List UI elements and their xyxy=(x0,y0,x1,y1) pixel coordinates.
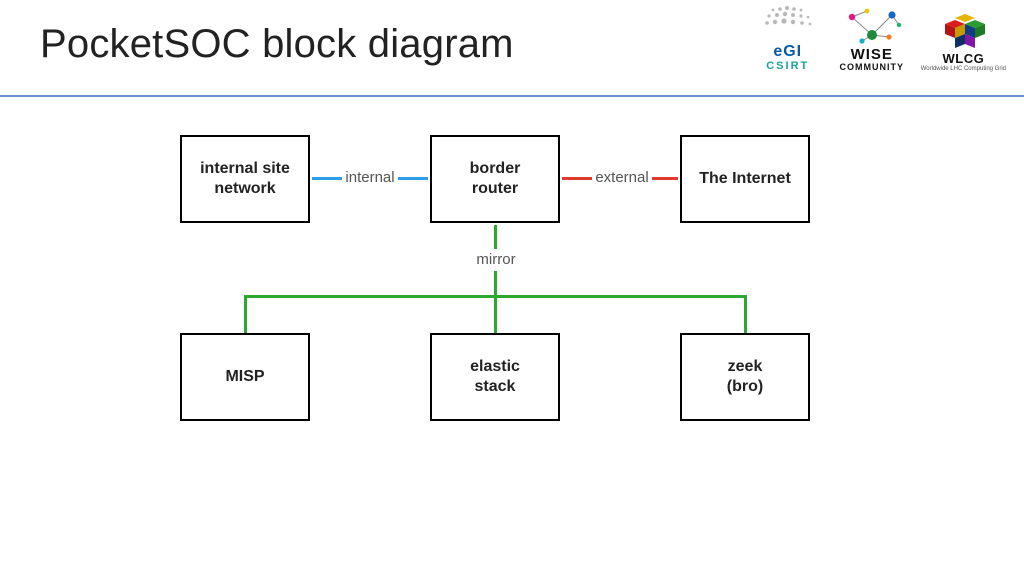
block-diagram: internal sitenetwork borderrouter The In… xyxy=(0,115,1024,555)
block-border-router: borderrouter xyxy=(430,135,560,223)
edge-label-mirror: mirror xyxy=(468,251,524,268)
egi-dots-icon xyxy=(753,4,823,44)
block-misp: MISP xyxy=(180,333,310,421)
page-title: PocketSOC block diagram xyxy=(40,22,514,67)
block-elastic-stack: elasticstack xyxy=(430,333,560,421)
edge-mirror-drop-elastic xyxy=(494,295,497,333)
edge-mirror-drop-misp xyxy=(244,295,247,333)
edge-internal-right xyxy=(398,177,428,180)
logo-wise: WISE COMMUNITY xyxy=(837,7,907,72)
edge-external-right xyxy=(652,177,678,180)
wise-network-icon xyxy=(837,7,907,47)
logo-wise-sub: COMMUNITY xyxy=(839,63,904,72)
edge-label-external: external xyxy=(592,169,652,186)
logo-wlcg: WLCG Worldwide LHC Computing Grid xyxy=(921,12,1006,72)
header-divider xyxy=(0,95,1024,97)
edge-external-left xyxy=(562,177,592,180)
edge-label-internal: internal xyxy=(342,169,398,186)
logo-wise-text: WISE xyxy=(851,47,893,63)
block-zeek: zeek(bro) xyxy=(680,333,810,421)
logo-egi: eGI CSIRT xyxy=(753,4,823,72)
block-the-internet: The Internet xyxy=(680,135,810,223)
logo-row: eGI CSIRT WISE COMMUNITY xyxy=(753,4,1006,72)
logo-wlcg-text: WLCG xyxy=(943,52,985,66)
wlcg-cube-icon xyxy=(935,12,991,52)
edge-mirror-top xyxy=(494,225,497,249)
edge-internal-left xyxy=(312,177,342,180)
logo-egi-sub: CSIRT xyxy=(766,61,809,73)
edge-mirror-mid xyxy=(494,271,497,295)
logo-egi-text: eGI xyxy=(773,44,802,61)
edge-mirror-drop-zeek xyxy=(744,295,747,333)
logo-wlcg-sub: Worldwide LHC Computing Grid xyxy=(921,66,1006,72)
block-internal-site-network: internal sitenetwork xyxy=(180,135,310,223)
